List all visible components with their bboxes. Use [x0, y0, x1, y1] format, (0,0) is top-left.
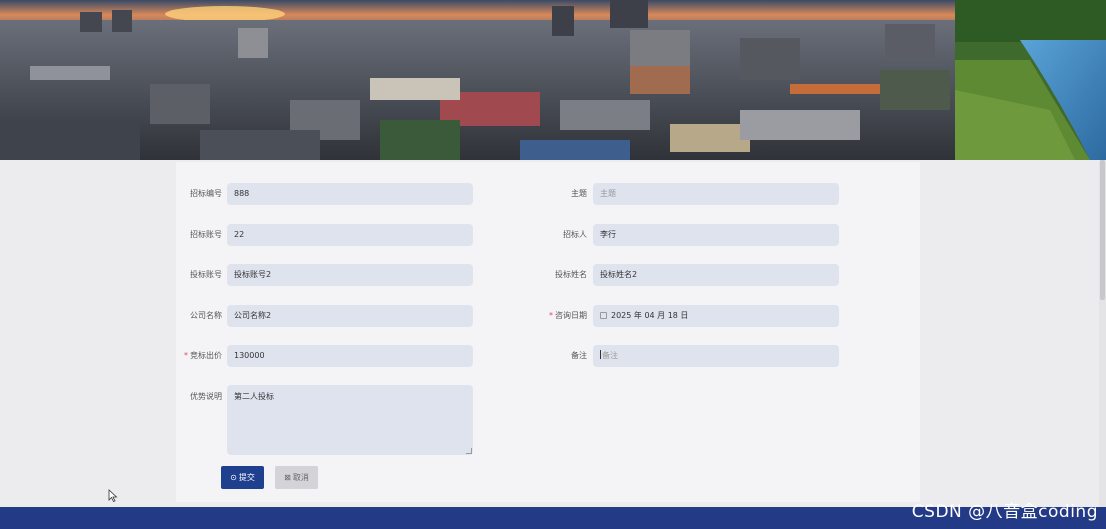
row-tender-account: 招标账号 22 — [176, 224, 476, 246]
csdn-watermark: CSDN @八音盒coding — [911, 502, 1098, 522]
consult-date-value: 2025 年 04 月 18 日 — [611, 311, 689, 320]
required-mark: * — [184, 351, 188, 360]
row-bidder-account: 投标账号 投标账号2 — [176, 264, 476, 286]
header-banner-image — [0, 0, 1106, 160]
mouse-cursor-icon — [108, 489, 118, 503]
row-remark: 备注 备注 — [536, 345, 846, 367]
company-name-input[interactable]: 公司名称2 — [227, 305, 473, 327]
bid-price-label: * 竞标出价 — [184, 351, 222, 360]
bidder-account-input[interactable]: 投标账号2 — [227, 264, 473, 286]
tender-account-label: 招标账号 — [190, 230, 222, 239]
consult-date-picker[interactable]: 2025 年 04 月 18 日 — [593, 305, 839, 327]
page-scrollbar[interactable] — [1099, 160, 1106, 507]
close-square-icon: ⊠ — [284, 473, 291, 482]
bid-form-panel: 招标编号 888 招标账号 22 投标账号 投标账号2 公司名称 公司名称2 *… — [176, 162, 920, 502]
bid-price-input[interactable]: 130000 — [227, 345, 473, 367]
bidder-account-label: 投标账号 — [190, 270, 222, 279]
submit-button[interactable]: ⊙ 提交 — [221, 466, 264, 489]
row-company-name: 公司名称 公司名称2 — [176, 305, 476, 327]
check-circle-icon: ⊙ — [230, 473, 237, 482]
subject-input[interactable]: 主题 — [593, 183, 839, 205]
remark-label: 备注 — [571, 351, 587, 360]
company-name-label: 公司名称 — [190, 311, 222, 320]
subject-label: 主题 — [571, 189, 587, 198]
tenderer-label: 招标人 — [563, 230, 587, 239]
advantage-text: 第二人投标 — [234, 392, 274, 401]
tender-account-input[interactable]: 22 — [227, 224, 473, 246]
bid-number-input[interactable]: 888 — [227, 183, 473, 205]
advantage-textarea[interactable]: 第二人投标 — [227, 385, 473, 455]
resize-handle[interactable] — [466, 448, 472, 454]
calendar-icon — [600, 312, 607, 319]
scrollbar-thumb[interactable] — [1100, 160, 1105, 300]
advantage-label: 优势说明 — [190, 392, 222, 401]
row-bid-price: * 竞标出价 130000 — [176, 345, 476, 367]
cancel-button[interactable]: ⊠ 取消 — [275, 466, 318, 489]
remark-input[interactable]: 备注 — [593, 345, 839, 367]
text-caret — [600, 350, 601, 359]
bidder-name-label: 投标姓名 — [555, 270, 587, 279]
consult-date-label: * 咨询日期 — [549, 311, 587, 320]
row-bid-number: 招标编号 888 — [176, 183, 476, 205]
row-consult-date: * 咨询日期 2025 年 04 月 18 日 — [536, 305, 846, 327]
row-subject: 主题 主题 — [536, 183, 846, 205]
required-mark: * — [549, 311, 553, 320]
bidder-name-input[interactable]: 投标姓名2 — [593, 264, 839, 286]
row-bidder-name: 投标姓名 投标姓名2 — [536, 264, 846, 286]
bid-number-label: 招标编号 — [190, 189, 222, 198]
row-tenderer: 招标人 李行 — [536, 224, 846, 246]
tenderer-input[interactable]: 李行 — [593, 224, 839, 246]
